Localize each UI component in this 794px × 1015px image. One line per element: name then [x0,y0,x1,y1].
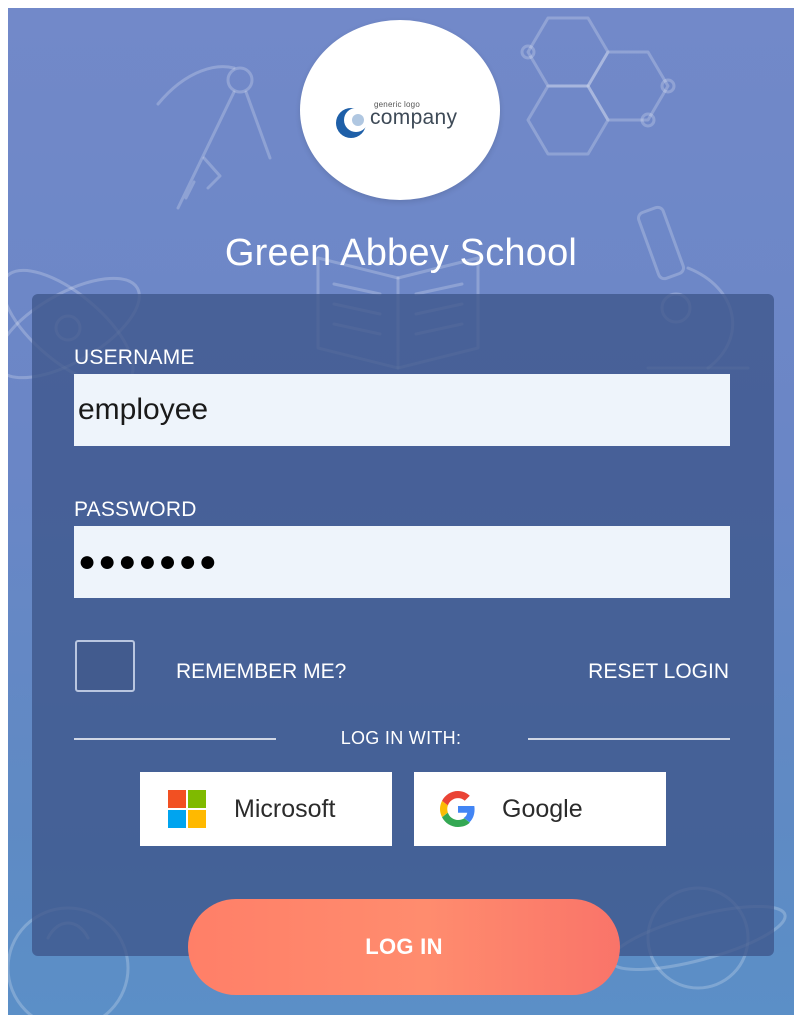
google-logo-icon [440,791,475,827]
microsoft-logo-icon [168,790,206,828]
microsoft-login-button[interactable]: Microsoft [140,772,392,846]
reset-login-link[interactable]: RESET LOGIN [553,660,729,684]
school-title: Green Abbey School [224,232,578,274]
molecule-doodle-icon [520,16,676,156]
password-input[interactable]: ●●●●●●● [74,526,730,598]
microsoft-label: Microsoft [234,794,336,823]
remember-me-checkbox[interactable] [75,640,135,692]
school-logo: generic logo company [300,20,500,200]
compass-doodle-icon [156,65,272,210]
remember-me-label[interactable]: REMEMBER ME? [176,660,346,684]
login-button[interactable]: LOG IN [188,899,620,995]
company-logo-swoosh-icon [336,108,368,138]
login-screen: generic logo company Green Abbey School … [8,8,794,1015]
company-logo: generic logo company [334,100,464,140]
divider-right [528,738,730,740]
google-label: Google [502,794,583,823]
google-login-button[interactable]: Google [414,772,666,846]
username-input[interactable] [74,374,730,446]
logo-wordmark: company [370,106,458,129]
username-label: USERNAME [74,346,195,369]
password-label: PASSWORD [74,498,197,521]
